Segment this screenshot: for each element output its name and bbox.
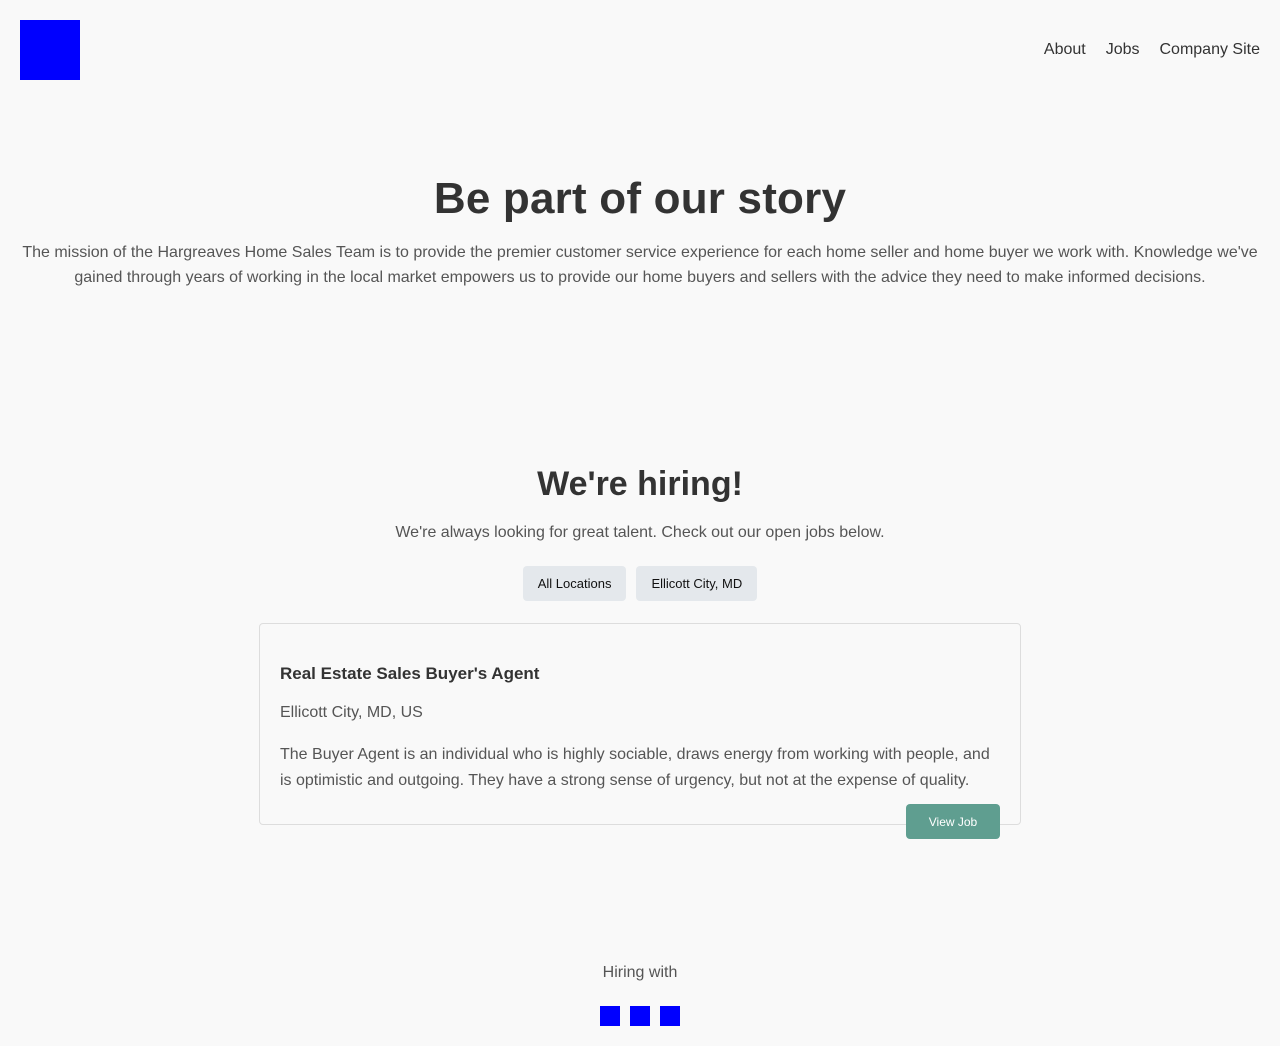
hiring-subtitle: We're always looking for great talent. C… xyxy=(395,524,885,541)
job-title[interactable]: Real Estate Sales Buyer's Agent xyxy=(280,662,1000,686)
social-links xyxy=(0,1006,1280,1026)
footer: Hiring with xyxy=(0,962,1280,1026)
job-description: The Buyer Agent is an individual who is … xyxy=(280,746,990,789)
hero-title: Be part of our story xyxy=(433,174,847,223)
social-icon[interactable] xyxy=(660,1006,680,1026)
hero-section: Be part of our story The mission of the … xyxy=(0,172,1280,290)
nav-about-link[interactable]: About xyxy=(1044,40,1086,60)
hiring-title: We're hiring! xyxy=(537,465,743,503)
job-location: Ellicott City, MD, US xyxy=(280,704,423,721)
company-logo[interactable] xyxy=(20,20,80,80)
nav-company-site-link[interactable]: Company Site xyxy=(1160,40,1261,60)
hiring-with-label: Hiring with xyxy=(602,964,678,981)
job-card: Real Estate Sales Buyer's Agent Ellicott… xyxy=(259,623,1021,825)
nav-jobs-link[interactable]: Jobs xyxy=(1106,40,1140,60)
careers-page: About Jobs Company Site Be part of our s… xyxy=(0,0,1280,1046)
social-icon[interactable] xyxy=(630,1006,650,1026)
view-job-button[interactable]: View Job xyxy=(906,804,1000,839)
hiring-section: We're hiring! We're always looking for g… xyxy=(0,462,1280,601)
hero-description: The mission of the Hargreaves Home Sales… xyxy=(22,244,1258,286)
location-filters: All Locations Ellicott City, MD xyxy=(0,566,1280,601)
filter-ellicott-city-button[interactable]: Ellicott City, MD xyxy=(636,566,758,601)
top-nav: About Jobs Company Site xyxy=(1044,40,1260,60)
social-icon[interactable] xyxy=(600,1006,620,1026)
filter-all-locations-button[interactable]: All Locations xyxy=(522,566,627,601)
